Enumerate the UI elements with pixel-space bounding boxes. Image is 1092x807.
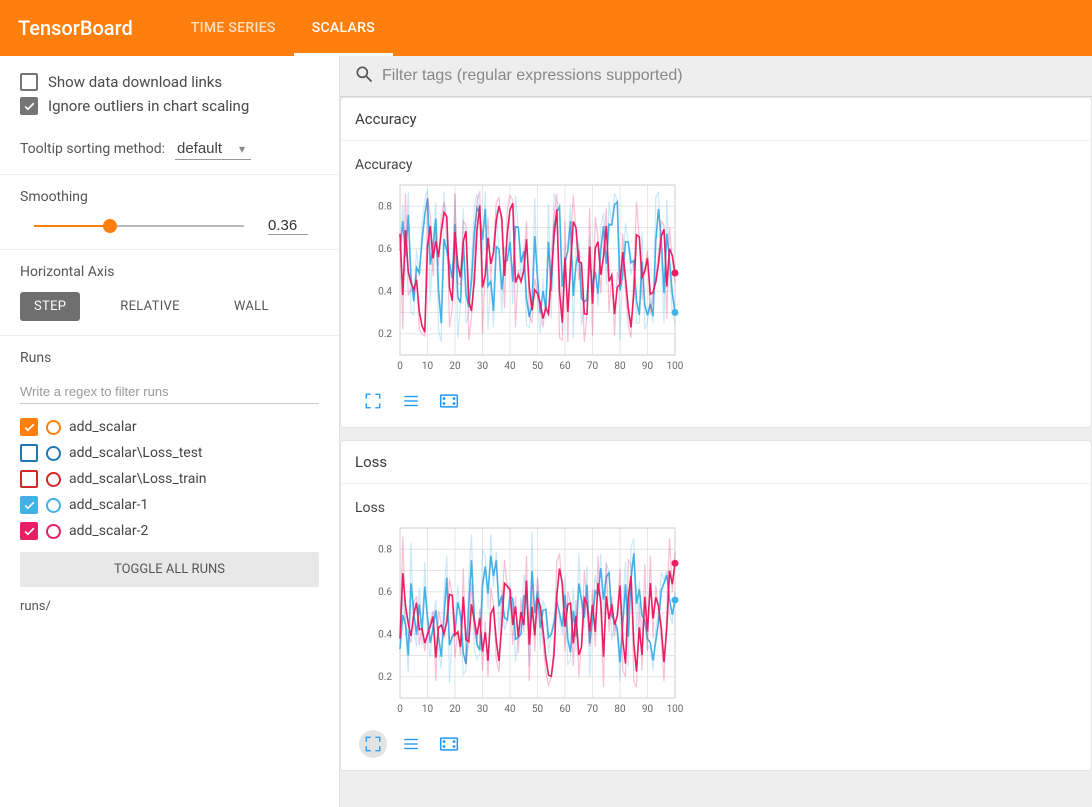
svg-text:60: 60	[559, 361, 571, 372]
svg-text:0.8: 0.8	[378, 544, 392, 555]
chart-svg: 0.2 0.4 0.6 0.8 0 10 20 30 40 50 60 70 80 90 100	[355, 177, 685, 377]
fullscreen-icon[interactable]	[359, 387, 387, 415]
option-checkbox-0[interactable]	[20, 73, 38, 91]
app-header: TensorBoard TIME SERIESSCALARS	[0, 0, 1092, 56]
fullscreen-icon[interactable]	[359, 730, 387, 758]
svg-text:30: 30	[477, 361, 489, 372]
svg-text:60: 60	[559, 704, 571, 715]
tab-time-series[interactable]: TIME SERIES	[173, 0, 294, 56]
svg-text:0.2: 0.2	[378, 329, 392, 340]
svg-text:0.8: 0.8	[378, 201, 392, 212]
svg-text:0.6: 0.6	[378, 244, 392, 255]
plot-title: Accuracy	[355, 157, 1077, 173]
card-accuracy: Accuracy Accuracy 0.2 0.4 0.6 0.8 0 10 20 30 40 50 6…	[340, 97, 1092, 428]
svg-text:50: 50	[532, 704, 544, 715]
card-header[interactable]: Accuracy	[341, 98, 1091, 141]
svg-text:80: 80	[614, 361, 626, 372]
svg-text:70: 70	[587, 361, 599, 372]
option-label-1: Ignore outliers in chart scaling	[48, 97, 249, 115]
plot-title: Loss	[355, 500, 1077, 516]
svg-text:0: 0	[397, 361, 403, 372]
svg-text:30: 30	[477, 704, 489, 715]
svg-text:0: 0	[397, 704, 403, 715]
header-tabs: TIME SERIESSCALARS	[173, 0, 393, 56]
card-loss: Loss Loss 0.2 0.4 0.6 0.8 0 10 20 30 40 50 60 70 80 90 1…	[340, 440, 1092, 771]
runs-path: runs/	[0, 593, 339, 626]
runs-filter-input[interactable]	[20, 378, 319, 404]
svg-text:0.4: 0.4	[378, 629, 392, 640]
chart-svg: 0.2 0.4 0.6 0.8 0 10 20 30 40 50 60 70 80 90 100	[355, 520, 685, 720]
chart-toolbar	[355, 381, 1077, 415]
run-checkbox-0[interactable]	[20, 418, 38, 436]
smoothing-value-input[interactable]	[268, 217, 308, 235]
runs-label: Runs	[20, 350, 319, 366]
option-label-0: Show data download links	[48, 73, 222, 91]
svg-text:0.2: 0.2	[378, 672, 392, 683]
fit-domain-icon[interactable]	[435, 387, 463, 415]
search-icon	[354, 64, 374, 88]
svg-text:20: 20	[449, 704, 461, 715]
tab-scalars[interactable]: SCALARS	[294, 0, 393, 56]
horizontal-axis-label: Horizontal Axis	[20, 264, 319, 280]
tag-filter-input[interactable]	[382, 67, 1078, 85]
run-color-swatch-4	[46, 524, 61, 539]
main-panel: Accuracy Accuracy 0.2 0.4 0.6 0.8 0 10 20 30 40 50 6…	[340, 56, 1092, 807]
sidebar: Show data download links Ignore outliers …	[0, 56, 340, 807]
svg-text:0.4: 0.4	[378, 286, 392, 297]
run-label-2: add_scalar\Loss_train	[69, 471, 207, 487]
run-checkbox-2[interactable]	[20, 470, 38, 488]
chart-toolbar	[355, 724, 1077, 758]
run-color-swatch-1	[46, 446, 61, 461]
svg-text:20: 20	[449, 361, 461, 372]
svg-text:10: 10	[422, 704, 434, 715]
svg-text:0.6: 0.6	[378, 587, 392, 598]
run-label-4: add_scalar-2	[69, 523, 148, 539]
svg-text:40: 40	[504, 361, 516, 372]
toggle-y-log-icon[interactable]	[397, 387, 425, 415]
run-checkbox-3[interactable]	[20, 496, 38, 514]
svg-text:100: 100	[667, 704, 684, 715]
run-color-swatch-2	[46, 472, 61, 487]
axis-wall-button[interactable]: WALL	[220, 292, 283, 321]
svg-text:90: 90	[642, 361, 654, 372]
svg-text:70: 70	[587, 704, 599, 715]
run-checkbox-1[interactable]	[20, 444, 38, 462]
option-checkbox-1[interactable]	[20, 97, 38, 115]
run-label-0: add_scalar	[69, 419, 137, 435]
logo: TensorBoard	[18, 16, 133, 40]
card-header[interactable]: Loss	[341, 441, 1091, 484]
toggle-y-log-icon[interactable]	[397, 730, 425, 758]
run-label-1: add_scalar\Loss_test	[69, 445, 203, 461]
svg-text:40: 40	[504, 704, 516, 715]
svg-text:100: 100	[667, 361, 684, 372]
axis-step-button[interactable]: STEP	[20, 292, 80, 321]
tooltip-sort-label: Tooltip sorting method:	[20, 141, 165, 157]
svg-text:10: 10	[422, 361, 434, 372]
tag-filter-row	[340, 56, 1092, 97]
run-color-swatch-3	[46, 498, 61, 513]
run-label-3: add_scalar-1	[69, 497, 148, 513]
toggle-all-runs-button[interactable]: TOGGLE ALL RUNS	[20, 552, 319, 587]
svg-text:80: 80	[614, 704, 626, 715]
fit-domain-icon[interactable]	[435, 730, 463, 758]
svg-text:50: 50	[532, 361, 544, 372]
run-color-swatch-0	[46, 420, 61, 435]
svg-text:90: 90	[642, 704, 654, 715]
run-checkbox-4[interactable]	[20, 522, 38, 540]
tooltip-sort-select[interactable]: default	[175, 138, 251, 160]
smoothing-label: Smoothing	[20, 189, 319, 205]
axis-relative-button[interactable]: RELATIVE	[106, 292, 194, 321]
smoothing-slider[interactable]	[34, 219, 244, 233]
